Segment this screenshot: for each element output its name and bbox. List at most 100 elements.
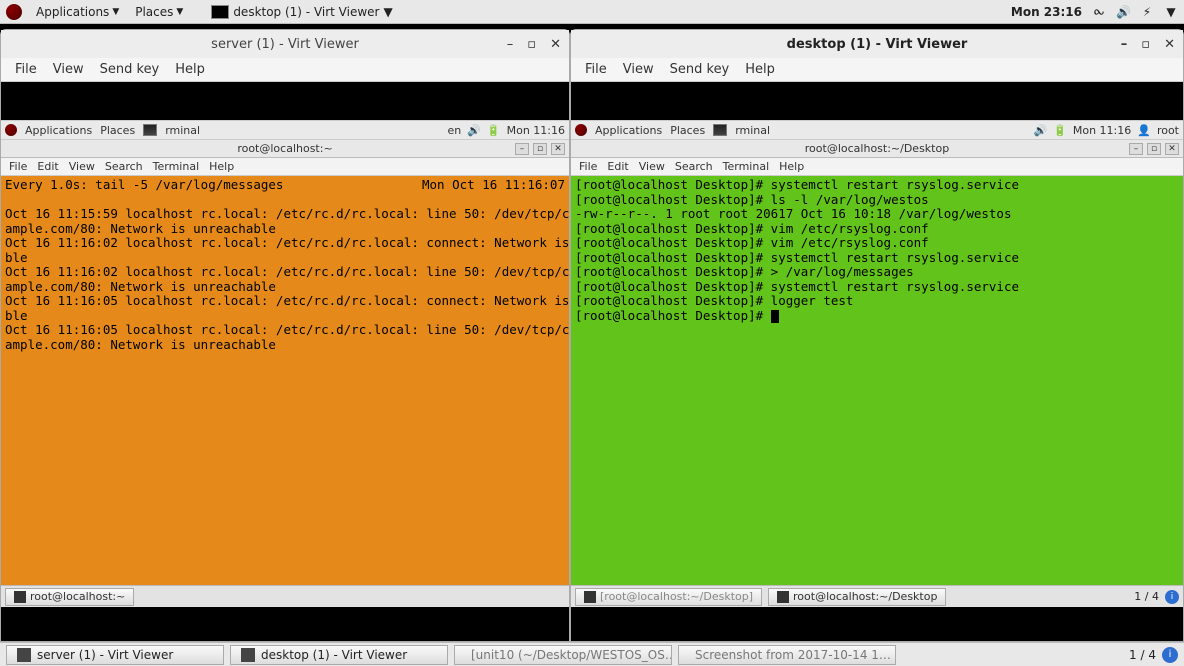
guest-clock[interactable]: Mon 11:16 — [507, 124, 565, 137]
window-titlebar-left[interactable]: server (1) - Virt Viewer – ▫ ✕ — [1, 30, 569, 58]
terminal-task-icon — [14, 591, 26, 603]
top-panel-left: Applications▼ Places▼ desktop (1) - Virt… — [6, 3, 393, 21]
guest-task-button[interactable]: root@localhost:~/Desktop — [768, 588, 946, 606]
guest-battery-icon[interactable]: 🔋 — [1053, 124, 1067, 137]
terminal-menubar-left[interactable]: File Edit View Search Terminal Help — [1, 158, 569, 176]
workspace-switcher-icon[interactable]: i — [1165, 590, 1179, 604]
places-menu[interactable]: Places▼ — [129, 3, 189, 21]
guest-black-bottom-right — [571, 607, 1183, 641]
maximize-button[interactable]: ▫ — [1141, 37, 1150, 52]
menu-view[interactable]: View — [47, 60, 90, 79]
menu-view[interactable]: View — [617, 60, 660, 79]
terminal-output-right[interactable]: [root@localhost Desktop]# systemctl rest… — [571, 176, 1183, 585]
window-icon — [17, 648, 31, 662]
term-close-icon[interactable]: ✕ — [1165, 143, 1179, 155]
volume-icon[interactable]: 🔊 — [1116, 5, 1130, 19]
guest-lang[interactable]: en — [447, 124, 461, 137]
battery-icon[interactable]: ⚡ — [1140, 5, 1154, 19]
cursor-icon — [771, 310, 779, 323]
guest-active-app: rminal — [165, 124, 200, 137]
guest-redhat-icon — [5, 124, 17, 136]
term-menu-file[interactable]: File — [575, 159, 601, 174]
guest-top-panel-left: Applications Places rminal en 🔊 🔋 Mon 11… — [1, 120, 569, 140]
term-min-icon[interactable]: – — [515, 143, 529, 155]
terminal-icon[interactable] — [713, 124, 727, 136]
term-menu-view[interactable]: View — [65, 159, 99, 174]
menu-sendkey[interactable]: Send key — [664, 60, 736, 79]
terminal-output-left[interactable]: Every 1.0s: tail -5 /var/log/messagesMon… — [1, 176, 569, 585]
wifi-icon[interactable]: ⧜ — [1092, 4, 1106, 19]
guest-taskbar-left: root@localhost:~ — [1, 585, 569, 607]
guest-volume-icon[interactable]: 🔊 — [1033, 124, 1047, 137]
host-top-panel: Applications▼ Places▼ desktop (1) - Virt… — [0, 0, 1184, 24]
term-menu-terminal[interactable]: Terminal — [719, 159, 774, 174]
terminal-task-icon — [777, 591, 789, 603]
terminal-titlebar-left[interactable]: root@localhost:~ –▫✕ — [1, 140, 569, 158]
guest-black-top-right — [571, 82, 1183, 120]
workspace-switcher-icon[interactable]: i — [1162, 647, 1178, 663]
taskbar-window-gedit[interactable]: [unit10 (~/Desktop/WESTOS_OS… — [454, 645, 672, 665]
term-menu-search[interactable]: Search — [101, 159, 147, 174]
workspace-label: 1 / 4 — [1134, 590, 1159, 603]
term-menu-help[interactable]: Help — [775, 159, 808, 174]
applications-menu[interactable]: Applications▼ — [30, 3, 125, 21]
taskbar-window-desktop[interactable]: desktop (1) - Virt Viewer — [230, 645, 448, 665]
host-bottom-panel: server (1) - Virt Viewer desktop (1) - V… — [0, 642, 1184, 666]
term-close-icon[interactable]: ✕ — [551, 143, 565, 155]
term-min-icon[interactable]: – — [1129, 143, 1143, 155]
power-menu[interactable]: ▼ — [1164, 5, 1178, 19]
guest-user[interactable]: root — [1157, 124, 1179, 137]
guest-black-top-left — [1, 82, 569, 120]
virt-viewer-server-window[interactable]: server (1) - Virt Viewer – ▫ ✕ File View… — [0, 29, 570, 642]
menu-sendkey[interactable]: Send key — [94, 60, 166, 79]
guest-top-panel-right: Applications Places rminal 🔊 🔋 Mon 11:16… — [571, 120, 1183, 140]
guest-volume-icon[interactable]: 🔊 — [467, 124, 481, 137]
guest-battery-icon[interactable]: 🔋 — [487, 124, 501, 137]
window-icon — [241, 648, 255, 662]
clock[interactable]: Mon 23:16 — [1011, 5, 1082, 19]
term-menu-edit[interactable]: Edit — [33, 159, 62, 174]
term-menu-file[interactable]: File — [5, 159, 31, 174]
virt-viewer-desktop-window[interactable]: desktop (1) - Virt Viewer – ▫ ✕ File Vie… — [570, 29, 1184, 642]
menu-help[interactable]: Help — [739, 60, 781, 79]
terminal-titlebar-right[interactable]: root@localhost:~/Desktop –▫✕ — [571, 140, 1183, 158]
menu-file[interactable]: File — [579, 60, 613, 79]
guest-places[interactable]: Places — [100, 124, 135, 137]
guest-clock[interactable]: Mon 11:16 — [1073, 124, 1131, 137]
term-menu-edit[interactable]: Edit — [603, 159, 632, 174]
workspace-label: 1 / 4 — [1129, 648, 1156, 662]
term-menu-help[interactable]: Help — [205, 159, 238, 174]
terminal-menubar-right[interactable]: File Edit View Search Terminal Help — [571, 158, 1183, 176]
virt-menubar-right[interactable]: File View Send key Help — [571, 58, 1183, 82]
terminal-icon[interactable] — [143, 124, 157, 136]
top-panel-right: Mon 23:16 ⧜ 🔊 ⚡ ▼ — [1011, 4, 1178, 19]
taskbar-window-server[interactable]: server (1) - Virt Viewer — [6, 645, 224, 665]
term-max-icon[interactable]: ▫ — [533, 143, 547, 155]
window-thumb-icon — [211, 5, 229, 19]
close-button[interactable]: ✕ — [550, 37, 561, 52]
term-menu-terminal[interactable]: Terminal — [149, 159, 204, 174]
maximize-button[interactable]: ▫ — [527, 37, 536, 52]
minimize-button[interactable]: – — [1121, 37, 1128, 52]
minimize-button[interactable]: – — [507, 37, 514, 52]
guest-task-button[interactable]: root@localhost:~ — [5, 588, 134, 606]
window-titlebar-right[interactable]: desktop (1) - Virt Viewer – ▫ ✕ — [571, 30, 1183, 58]
close-button[interactable]: ✕ — [1164, 37, 1175, 52]
terminal-task-icon — [584, 591, 596, 603]
guest-user-icon[interactable]: 👤 — [1137, 124, 1151, 137]
taskbar-window-screenshot[interactable]: Screenshot from 2017-10-14 1… — [678, 645, 896, 665]
window-title: server (1) - Virt Viewer — [211, 37, 359, 52]
guest-places[interactable]: Places — [670, 124, 705, 137]
term-menu-search[interactable]: Search — [671, 159, 717, 174]
term-menu-view[interactable]: View — [635, 159, 669, 174]
window-title: desktop (1) - Virt Viewer — [787, 37, 968, 52]
term-max-icon[interactable]: ▫ — [1147, 143, 1161, 155]
guest-task-button[interactable]: [root@localhost:~/Desktop] — [575, 588, 762, 606]
active-task[interactable]: desktop (1) - Virt Viewer▼ — [211, 5, 392, 19]
guest-applications[interactable]: Applications — [25, 124, 92, 137]
guest-applications[interactable]: Applications — [595, 124, 662, 137]
guest-black-bottom-left — [1, 607, 569, 641]
virt-menubar-left[interactable]: File View Send key Help — [1, 58, 569, 82]
menu-file[interactable]: File — [9, 60, 43, 79]
menu-help[interactable]: Help — [169, 60, 211, 79]
